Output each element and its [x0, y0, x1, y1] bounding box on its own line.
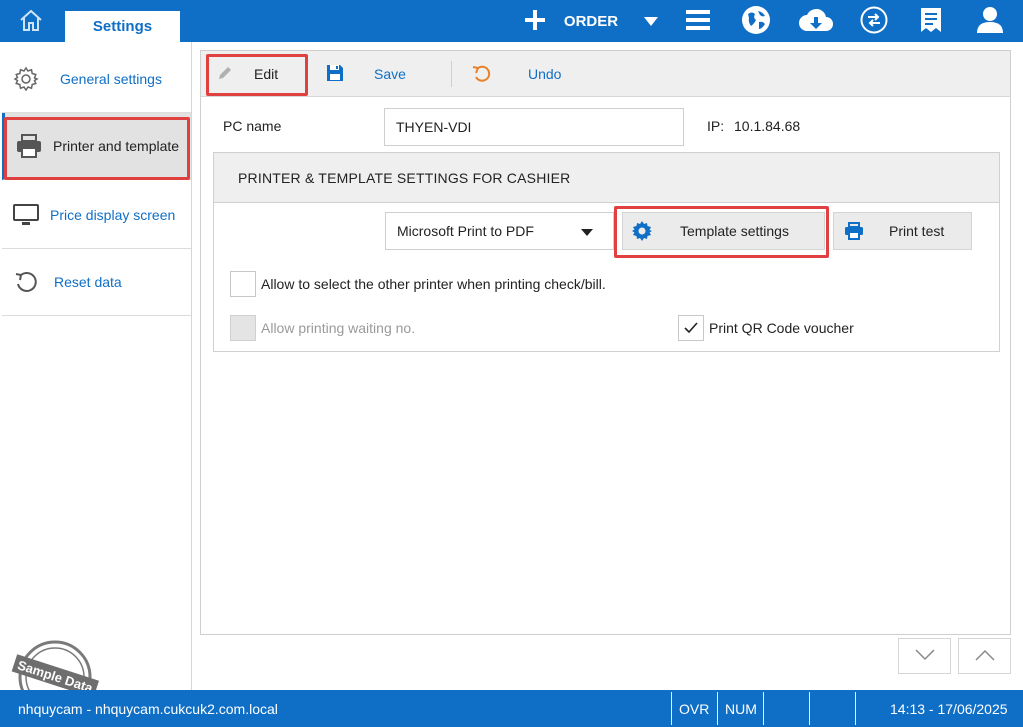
status-user: nhquycam - nhquycam.cukcuk2.com.local [18, 700, 278, 717]
sidebar: General settings Printer and template Pr… [0, 42, 192, 714]
ip-label: IP: [707, 118, 725, 134]
option-label: Allow printing waiting no. [261, 320, 416, 336]
plus-icon [524, 9, 546, 34]
chevron-up-icon [974, 648, 995, 664]
status-ovr: OVR [679, 700, 710, 717]
printer-select-value: Microsoft Print to PDF [397, 223, 534, 239]
menu-button[interactable] [680, 0, 716, 42]
add-order-button[interactable] [520, 0, 550, 42]
sidebar-item-general-settings[interactable]: General settings [2, 46, 191, 113]
undo-icon [471, 64, 491, 85]
printer-icon [5, 134, 53, 158]
sidebar-item-printer-and-template[interactable]: Printer and template [2, 113, 191, 180]
hamburger-icon [686, 9, 710, 33]
sidebar-item-label: Printer and template [53, 138, 180, 154]
toolbar-divider [451, 61, 452, 87]
gear-icon [2, 66, 50, 92]
edit-label: Edit [254, 66, 279, 82]
option-printing-waiting-no: Allow printing waiting no. [230, 315, 415, 341]
toolbar: Edit Save Undo [201, 51, 1010, 97]
checkbox [230, 315, 256, 341]
document-icon [920, 7, 942, 36]
status-divider [671, 692, 672, 725]
sidebar-item-reset-data[interactable]: Reset data [2, 249, 191, 316]
home-icon [19, 9, 43, 34]
edit-button[interactable]: Edit [217, 51, 278, 97]
sidebar-item-label: Reset data [54, 274, 122, 290]
option-label: Allow to select the other printer when p… [261, 276, 606, 292]
language-button[interactable] [736, 0, 776, 42]
undo-label: Undo [528, 66, 562, 82]
caret-down-icon [644, 13, 658, 29]
exchange-icon [860, 6, 888, 37]
status-divider [763, 692, 764, 725]
sidebar-item-label: General settings [60, 71, 162, 87]
section-title: PRINTER & TEMPLATE SETTINGS FOR CASHIER [214, 153, 999, 203]
reset-icon [2, 270, 50, 294]
switch-button[interactable] [855, 0, 893, 42]
save-label: Save [374, 66, 406, 82]
sync-download-button[interactable] [794, 0, 838, 42]
gear-icon [632, 221, 652, 241]
chevron-down-icon [914, 648, 935, 664]
cloud-download-icon [798, 7, 834, 36]
scroll-down-button[interactable] [898, 638, 951, 674]
pc-name-input[interactable]: THYEN-VDI [384, 108, 684, 146]
printer-icon [844, 222, 864, 240]
globe-icon [741, 5, 771, 38]
scroll-up-button[interactable] [958, 638, 1011, 674]
status-num: NUM [725, 700, 757, 717]
main-panel: Edit Save Undo PC name THYEN-VDI IP: 10.… [200, 50, 1011, 635]
option-print-qr-code-voucher[interactable]: Print QR Code voucher [678, 315, 854, 341]
checkbox[interactable] [230, 271, 256, 297]
printer-select[interactable]: Microsoft Print to PDF [385, 212, 614, 250]
template-settings-button[interactable]: Template settings [622, 212, 825, 250]
sidebar-item-price-display-screen[interactable]: Price display screen [2, 182, 191, 249]
user-icon [976, 6, 1004, 37]
save-button[interactable]: Save [326, 51, 406, 97]
floppy-disk-icon [326, 64, 344, 85]
pc-name-label: PC name [223, 118, 282, 134]
order-label[interactable]: ORDER [558, 0, 624, 42]
status-divider [809, 692, 810, 725]
checkbox[interactable] [678, 315, 704, 341]
status-bar: nhquycam - nhquycam.cukcuk2.com.local OV… [0, 690, 1023, 727]
template-settings-label: Template settings [680, 223, 789, 239]
undo-button[interactable]: Undo [471, 51, 561, 97]
monitor-icon [2, 204, 50, 226]
status-datetime: 14:13 - 17/06/2025 [890, 700, 1008, 717]
home-button[interactable] [0, 0, 62, 42]
top-bar: Settings ORDER [0, 0, 1023, 42]
printer-template-section: PRINTER & TEMPLATE SETTINGS FOR CASHIER … [213, 152, 1000, 352]
sidebar-item-label: Price display screen [50, 207, 176, 223]
account-button[interactable] [970, 0, 1010, 42]
ip-value: 10.1.84.68 [734, 118, 801, 134]
caret-down-icon [581, 229, 593, 236]
option-label: Print QR Code voucher [709, 320, 854, 336]
tab-settings[interactable]: Settings [65, 11, 180, 42]
pencil-icon [217, 65, 233, 84]
checkmark-icon [684, 322, 698, 334]
option-select-other-printer[interactable]: Allow to select the other printer when p… [230, 271, 606, 297]
print-test-label: Print test [889, 223, 945, 239]
status-divider [717, 692, 718, 725]
order-dropdown-button[interactable] [638, 0, 664, 42]
status-divider [855, 692, 856, 725]
print-test-button[interactable]: Print test [833, 212, 972, 250]
notes-button[interactable] [914, 0, 948, 42]
